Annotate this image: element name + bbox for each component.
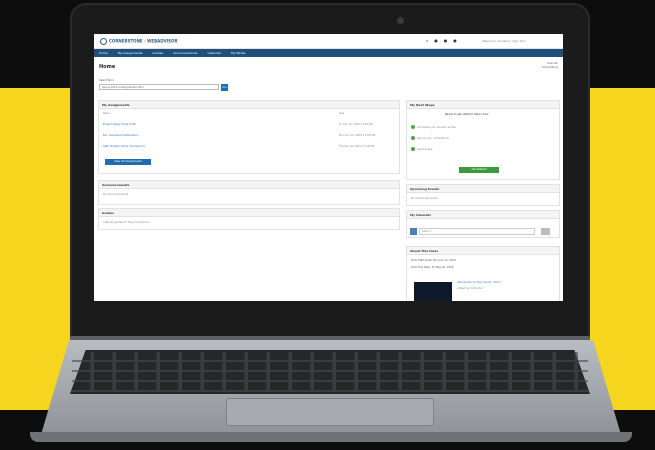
grades-header: Grades	[99, 209, 399, 217]
laptop-screen: CORNERSTONE · WEBADVISOR ⌕●●● Welcome, S…	[94, 34, 563, 301]
logo-icon	[100, 38, 107, 45]
calendar-grid-icon[interactable]	[541, 228, 550, 235]
video-meta: Added by Instructor	[457, 287, 483, 290]
assignment-due-3: Tue Apr 16, 2019 11:59 PM	[339, 145, 375, 148]
next-step-2[interactable]: Set up your notifications	[411, 136, 449, 140]
about-line-2: Term End Date: Fri May 10, 2019	[411, 266, 454, 269]
upcoming-events-panel: Upcoming Events No upcoming events.	[406, 184, 560, 206]
user-link[interactable]: Welcome, Student | Sign Out	[482, 39, 525, 43]
calendar-search-input[interactable]: Search...	[419, 228, 535, 235]
check-icon	[411, 136, 415, 140]
view-all-assignments-button[interactable]: View All Assignments	[105, 159, 151, 165]
about-line-1: Term Start Date: Mon Jan 14, 2019	[411, 259, 456, 262]
nav-my-media[interactable]: My Media	[226, 49, 250, 57]
site-topbar: CORNERSTONE · WEBADVISOR ⌕●●● Welcome, S…	[94, 34, 563, 49]
top-icons: ⌕●●●	[426, 38, 463, 43]
col-name: Name	[103, 112, 111, 115]
upcoming-events-header: Upcoming Events	[407, 185, 559, 193]
grades-panel: Grades View all grades for the current t…	[98, 208, 400, 230]
edit-settings-link[interactable]: Edit Settings	[528, 66, 558, 70]
nav-calendar[interactable]: Calendar	[203, 49, 227, 57]
assignments-panel: My Assignments Name Due English Essay (f…	[98, 100, 400, 174]
page-right-links: Calendar Edit Settings	[528, 62, 558, 70]
check-icon	[411, 147, 415, 151]
laptop-bottom-edge	[30, 432, 632, 442]
page-title: Home	[99, 64, 116, 70]
trackpad	[226, 398, 434, 426]
term-label: Select Term	[99, 79, 114, 82]
next-steps-header: My Next Steps	[407, 101, 559, 109]
calendar-panel: My Calendar Search...	[406, 210, 560, 238]
nav-home[interactable]: Home	[94, 49, 113, 57]
bell-icon[interactable]: ●	[444, 38, 454, 43]
next-step-1[interactable]: Complete your student profile	[411, 125, 456, 129]
term-select[interactable]: Spring 2019 Undergraduate Term	[99, 84, 219, 90]
search-icon[interactable]: ⌕	[426, 38, 434, 43]
main-nav: Home My Assignments Grades Announcements Cal…	[94, 49, 563, 57]
calendar-icon[interactable]	[410, 228, 417, 235]
video-thumbnail[interactable]	[414, 282, 452, 301]
webcam-icon	[397, 17, 404, 24]
user-icon[interactable]: ●	[434, 38, 444, 43]
announcements-empty: No announcements.	[103, 193, 130, 196]
nav-grades[interactable]: Grades	[147, 49, 168, 57]
check-icon	[411, 125, 415, 129]
announcements-header: Announcements	[99, 181, 399, 189]
next-step-3[interactable]: Get the app	[411, 147, 432, 151]
next-steps-intro: Ready to get started? Here's how:	[445, 113, 489, 116]
logo-text: CORNERSTONE · WEBADVISOR	[109, 38, 178, 44]
upcoming-events-text: No upcoming events.	[411, 197, 439, 200]
calendar-header: My Calendar	[407, 211, 559, 219]
assignment-row-2[interactable]: Bio: Lab Report Submission	[103, 134, 139, 137]
assignments-header: My Assignments	[99, 101, 399, 109]
assignment-due-2: Mon Apr 15, 2019 11:59 PM	[339, 134, 376, 137]
assignment-due-1: Fri Apr 12, 2019 11:59 PM	[339, 123, 373, 126]
get-started-button[interactable]: Get Started	[459, 167, 499, 173]
keyboard-keys	[72, 352, 588, 392]
assignment-row-3[interactable]: Stat: Problem Set 9 (homework)	[103, 145, 145, 148]
video-title-link[interactable]: Introduction to the Course - Part 1	[457, 281, 501, 284]
announcements-panel: Announcements No announcements.	[98, 180, 400, 205]
about-header: About This Class	[407, 247, 559, 255]
term-go-button[interactable]: Go	[221, 84, 228, 91]
grades-text: View all grades for the current term.	[103, 221, 151, 224]
next-steps-panel: My Next Steps Ready to get started? Here…	[406, 100, 560, 180]
help-icon[interactable]: ●	[453, 38, 463, 43]
col-due: Due	[339, 112, 345, 115]
assignment-row-1[interactable]: English Essay (final draft)	[103, 123, 136, 126]
nav-my-assignments[interactable]: My Assignments	[113, 49, 148, 57]
site-logo[interactable]: CORNERSTONE · WEBADVISOR	[100, 38, 178, 45]
nav-announcements[interactable]: Announcements	[168, 49, 202, 57]
